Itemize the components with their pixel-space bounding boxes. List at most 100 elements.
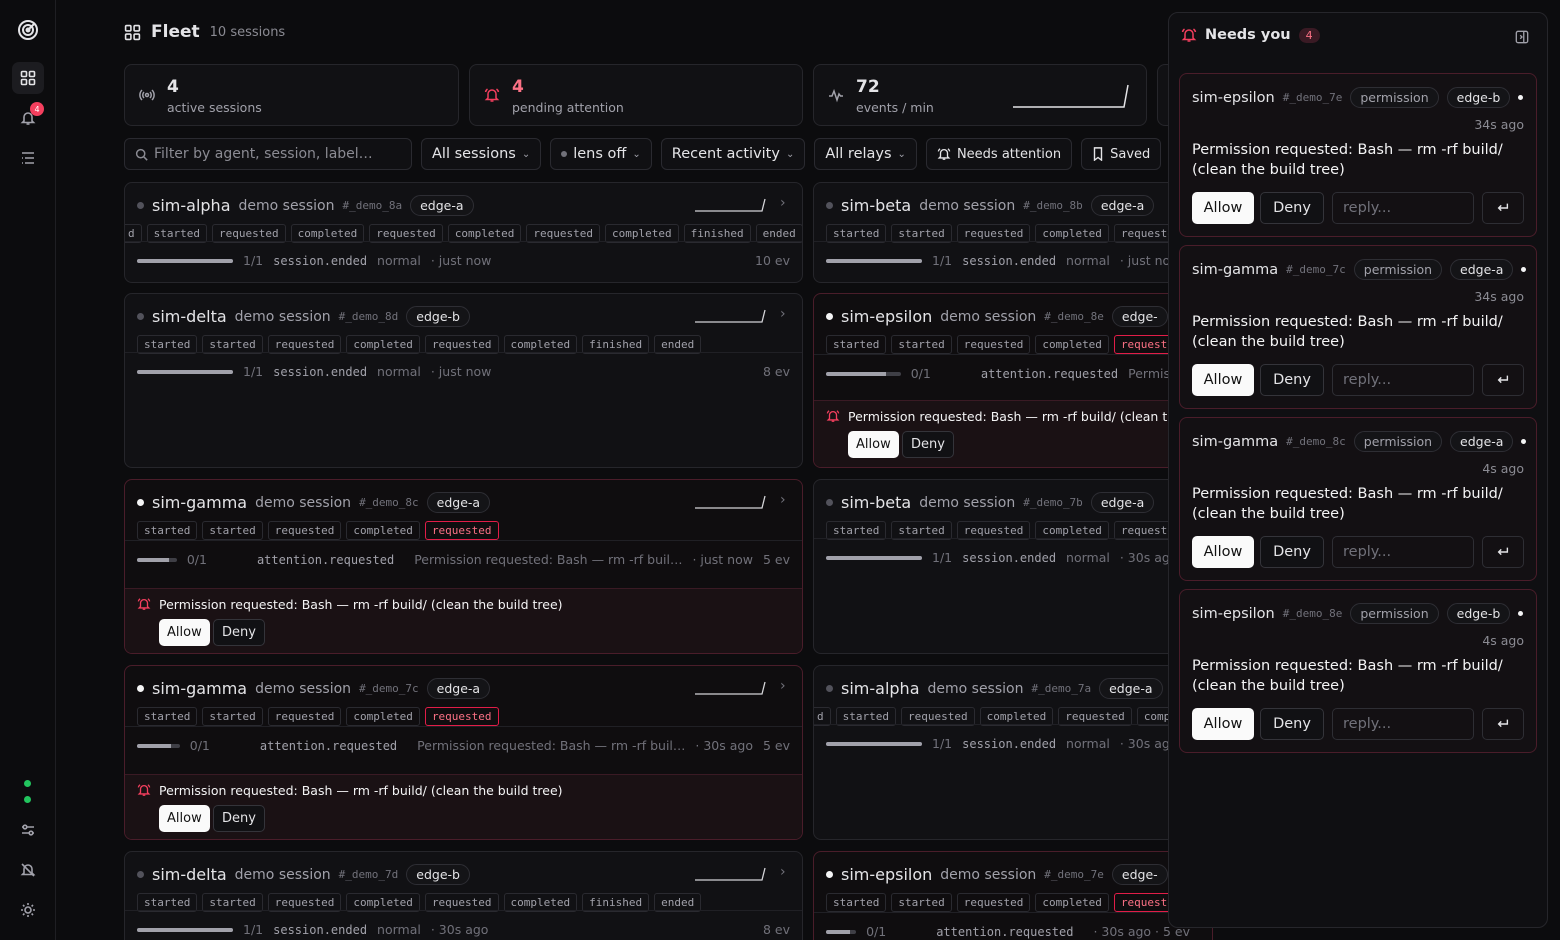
main-area: Fleet 10 sessions 4 active sessions 4 pe… xyxy=(56,0,1560,940)
attention-item: sim-gamma #_demo_8c permission edge-a 4s… xyxy=(1179,417,1537,581)
relay-badge: edge- xyxy=(1111,864,1168,885)
session-card[interactable]: sim-alpha demo session #_demo_8a edge-a … xyxy=(124,182,803,283)
request-message: Permission requested: Bash — rm -rf buil… xyxy=(1192,658,1503,694)
grid-nav-icon[interactable] xyxy=(12,62,44,94)
kind-badge: permission xyxy=(1353,431,1443,452)
allow-button[interactable]: Allow xyxy=(159,619,210,646)
allow-button[interactable]: Allow xyxy=(1192,364,1254,396)
nav-rail: 4 xyxy=(0,0,56,940)
agent-name: sim-gamma xyxy=(152,493,248,512)
attention-item: sim-gamma #_demo_7c permission edge-a 34… xyxy=(1179,245,1537,409)
search-icon xyxy=(135,148,148,161)
deny-button[interactable]: Deny xyxy=(1260,364,1324,396)
bell-off-icon[interactable] xyxy=(12,854,44,886)
allow-button[interactable]: Allow xyxy=(1192,708,1254,740)
sessions-select[interactable]: All sessions ⌄ xyxy=(421,138,542,170)
chevron-right-icon[interactable]: › xyxy=(780,864,786,880)
send-reply-button[interactable] xyxy=(1482,708,1524,740)
divider xyxy=(125,352,802,353)
reply-input[interactable]: reply... xyxy=(1332,708,1474,740)
session-card[interactable]: sim-alpha demo session #_demo_7a edge-a … xyxy=(813,665,1213,840)
session-desc: demo session xyxy=(234,866,331,883)
allow-button[interactable]: Allow xyxy=(848,431,899,458)
allow-button[interactable]: Allow xyxy=(1192,192,1254,224)
progress-count: 0/1 xyxy=(866,924,887,939)
send-reply-button[interactable] xyxy=(1482,536,1524,568)
enter-icon xyxy=(1497,719,1509,728)
reply-input[interactable]: reply... xyxy=(1332,192,1474,224)
session-card[interactable]: sim-epsilon demo session #_demo_8e edge-… xyxy=(813,293,1213,468)
session-card[interactable]: sim-gamma demo session #_demo_8c edge-a … xyxy=(124,479,803,654)
card-footer: 0/1 attention.requested Permissi xyxy=(826,366,1200,381)
request-message: Permission requested: Bash — rm -rf buil… xyxy=(1192,314,1503,350)
saved-button[interactable]: Saved xyxy=(1081,138,1162,170)
allow-button[interactable]: Allow xyxy=(1192,536,1254,568)
relays-select[interactable]: All relays ⌄ xyxy=(814,138,917,170)
search-input[interactable]: Filter by agent, session, label… xyxy=(124,138,412,170)
progress-bar xyxy=(826,555,922,560)
send-reply-button[interactable] xyxy=(1482,192,1524,224)
progress-bar xyxy=(826,371,901,376)
chevron-right-icon[interactable]: › xyxy=(780,195,786,211)
deny-button[interactable]: Deny xyxy=(902,431,954,458)
agent-name: sim-beta xyxy=(841,493,912,512)
list-nav-icon[interactable] xyxy=(12,142,44,174)
agent-name: sim-alpha xyxy=(841,679,920,698)
lens-select[interactable]: lens off ⌄ xyxy=(550,138,652,170)
session-desc: demo session xyxy=(238,197,335,214)
session-card[interactable]: sim-delta demo session #_demo_7d edge-b … xyxy=(124,851,803,940)
needs-attention-button[interactable]: Needs attention xyxy=(925,138,1073,170)
deny-button[interactable]: Deny xyxy=(1260,192,1324,224)
event-count: 8 ev xyxy=(762,922,790,937)
session-desc: demo session xyxy=(255,680,352,697)
card-header: sim-epsilon demo session #_demo_7e edge- xyxy=(826,864,1168,885)
session-desc: demo session xyxy=(940,866,1037,883)
session-card[interactable]: sim-beta demo session #_demo_7b edge-a s… xyxy=(813,479,1213,654)
bell-alert-icon xyxy=(826,410,840,422)
progress-count: 1/1 xyxy=(932,736,953,751)
reply-input[interactable]: reply... xyxy=(1332,364,1474,396)
session-card[interactable]: sim-gamma demo session #_demo_7c edge-a … xyxy=(124,665,803,840)
deny-button[interactable]: Deny xyxy=(213,805,265,832)
session-id: #_demo_7d xyxy=(338,868,399,881)
session-status-dot xyxy=(137,871,144,878)
chevron-down-icon: ⌄ xyxy=(521,148,531,160)
send-reply-button[interactable] xyxy=(1482,364,1524,396)
event-tag: started xyxy=(826,335,887,354)
collapse-panel-icon[interactable] xyxy=(1515,30,1529,44)
chevron-right-icon[interactable]: › xyxy=(780,306,786,322)
card-footer: 1/1 session.ended normal · 30s ago 8 ev xyxy=(137,922,790,937)
sun-icon[interactable] xyxy=(12,894,44,926)
progress-bar xyxy=(137,743,180,748)
relay-badge: edge-a xyxy=(410,195,474,216)
permission-text: Permission requested: Bash — rm -rf buil… xyxy=(848,409,1183,424)
status-dot xyxy=(24,780,31,787)
event-time: · just now xyxy=(430,253,492,268)
session-card[interactable]: sim-beta demo session #_demo_8b edge-a s… xyxy=(813,182,1213,283)
bell-alert-icon xyxy=(137,598,151,610)
allow-button[interactable]: Allow xyxy=(159,805,210,832)
event-count: 5 ev xyxy=(762,552,790,567)
deny-button[interactable]: Deny xyxy=(213,619,265,646)
item-header: sim-epsilon #_demo_8e permission edge-b xyxy=(1192,603,1524,624)
session-card[interactable]: sim-epsilon demo session #_demo_7e edge-… xyxy=(813,851,1213,940)
progress-bar xyxy=(137,557,177,562)
enter-icon xyxy=(1497,203,1509,212)
event-tag: started xyxy=(891,893,952,912)
chevron-right-icon[interactable]: › xyxy=(780,678,786,694)
last-event: session.ended xyxy=(273,253,368,268)
sort-select[interactable]: Recent activity ⌄ xyxy=(660,138,806,170)
deny-button[interactable]: Deny xyxy=(1260,536,1324,568)
event-tag: started xyxy=(137,707,198,726)
sliders-icon[interactable] xyxy=(12,814,44,846)
event-tags: started started requested completed requeste xyxy=(826,335,1181,354)
deny-button[interactable]: Deny xyxy=(1260,708,1324,740)
event-tag: completed xyxy=(1035,893,1109,912)
permission-text: Permission requested: Bash — rm -rf buil… xyxy=(159,597,563,612)
relay-badge: edge-a xyxy=(426,492,491,513)
card-footer: 1/1 session.ended normal · just now 10 e… xyxy=(137,253,790,268)
chevron-right-icon[interactable]: › xyxy=(780,492,786,508)
event-time: · 30s ago xyxy=(430,922,489,937)
reply-input[interactable]: reply... xyxy=(1332,536,1474,568)
session-card[interactable]: sim-delta demo session #_demo_8d edge-b … xyxy=(124,293,803,468)
